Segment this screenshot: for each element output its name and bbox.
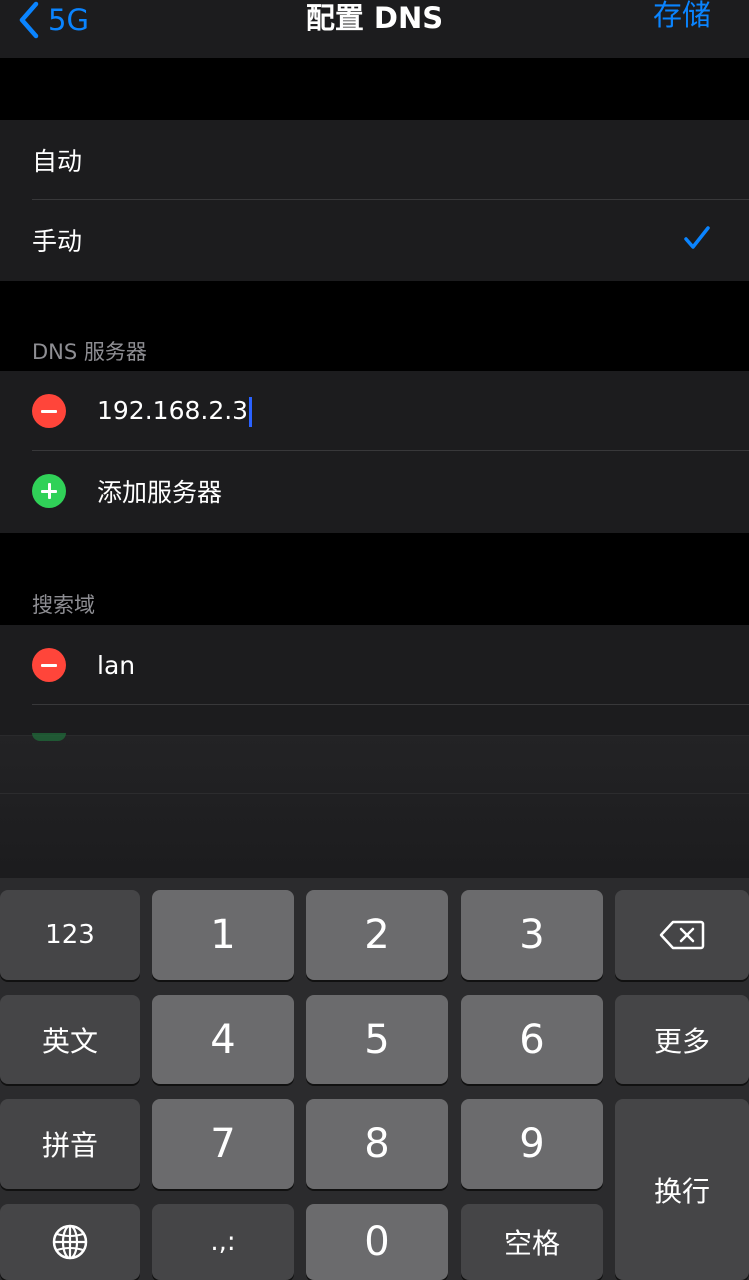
add-server-button[interactable] xyxy=(32,474,66,508)
key-english[interactable]: 英文 xyxy=(0,995,140,1084)
minus-icon xyxy=(41,409,57,413)
key-3[interactable]: 3 xyxy=(461,890,603,980)
dns-server-input[interactable]: 192.168.2.3 xyxy=(97,395,253,427)
key-4[interactable]: 4 xyxy=(152,995,294,1084)
text-cursor xyxy=(249,396,253,427)
plus-icon-vertical xyxy=(47,483,51,499)
option-label: 自动 xyxy=(32,147,83,176)
globe-icon xyxy=(52,1224,88,1260)
option-label: 手动 xyxy=(32,227,83,256)
checkmark-icon xyxy=(684,226,710,249)
divider xyxy=(0,793,749,794)
key-7[interactable]: 7 xyxy=(152,1099,294,1189)
key-more[interactable]: 更多 xyxy=(615,995,749,1084)
option-automatic[interactable]: 自动 xyxy=(0,120,749,200)
search-domains-group: lan xyxy=(0,625,749,735)
navigation-bar: 5G 配置 DNS 存储 xyxy=(0,0,749,58)
key-globe[interactable] xyxy=(0,1204,140,1280)
remove-domain-button[interactable] xyxy=(32,648,66,682)
section-header-dns: DNS 服务器 xyxy=(32,340,147,364)
divider xyxy=(32,704,749,705)
section-header-search-domains: 搜索域 xyxy=(32,593,95,617)
key-pinyin[interactable]: 拼音 xyxy=(0,1099,140,1189)
dns-server-value: 192.168.2.3 xyxy=(97,395,249,425)
page-title: 配置 DNS xyxy=(305,1,444,35)
key-2[interactable]: 2 xyxy=(306,890,448,980)
key-8[interactable]: 8 xyxy=(306,1099,448,1189)
key-punctuation[interactable]: .,: xyxy=(152,1204,294,1280)
search-domain-row: lan xyxy=(0,625,749,705)
key-delete[interactable] xyxy=(615,890,749,980)
key-123[interactable]: 123 xyxy=(0,890,140,980)
key-1[interactable]: 1 xyxy=(152,890,294,980)
key-space[interactable]: 空格 xyxy=(461,1204,603,1280)
dns-server-row: 192.168.2.3 xyxy=(0,371,749,451)
remove-server-button[interactable] xyxy=(32,394,66,428)
key-9[interactable]: 9 xyxy=(461,1099,603,1189)
key-return[interactable]: 换行 xyxy=(615,1099,749,1280)
keyboard-accessory-bar xyxy=(0,733,749,891)
option-manual[interactable]: 手动 xyxy=(0,200,749,280)
dns-servers-group: 192.168.2.3 添加服务器 xyxy=(0,371,749,533)
add-domain-button-partial xyxy=(32,733,66,741)
minus-icon xyxy=(41,663,57,667)
delete-icon xyxy=(659,920,705,950)
key-0[interactable]: 0 xyxy=(306,1204,448,1280)
save-button[interactable]: 存储 xyxy=(653,0,711,34)
add-server-row[interactable]: 添加服务器 xyxy=(0,451,749,531)
dns-mode-group: 自动 手动 xyxy=(0,120,749,281)
numeric-keyboard: 123 1 2 3 英文 4 5 6 更多 拼音 7 8 9 换行 .,: 0 … xyxy=(0,878,749,1280)
key-5[interactable]: 5 xyxy=(306,995,448,1084)
add-server-label: 添加服务器 xyxy=(97,478,223,507)
search-domain-input[interactable]: lan xyxy=(97,651,135,680)
key-6[interactable]: 6 xyxy=(461,995,603,1084)
